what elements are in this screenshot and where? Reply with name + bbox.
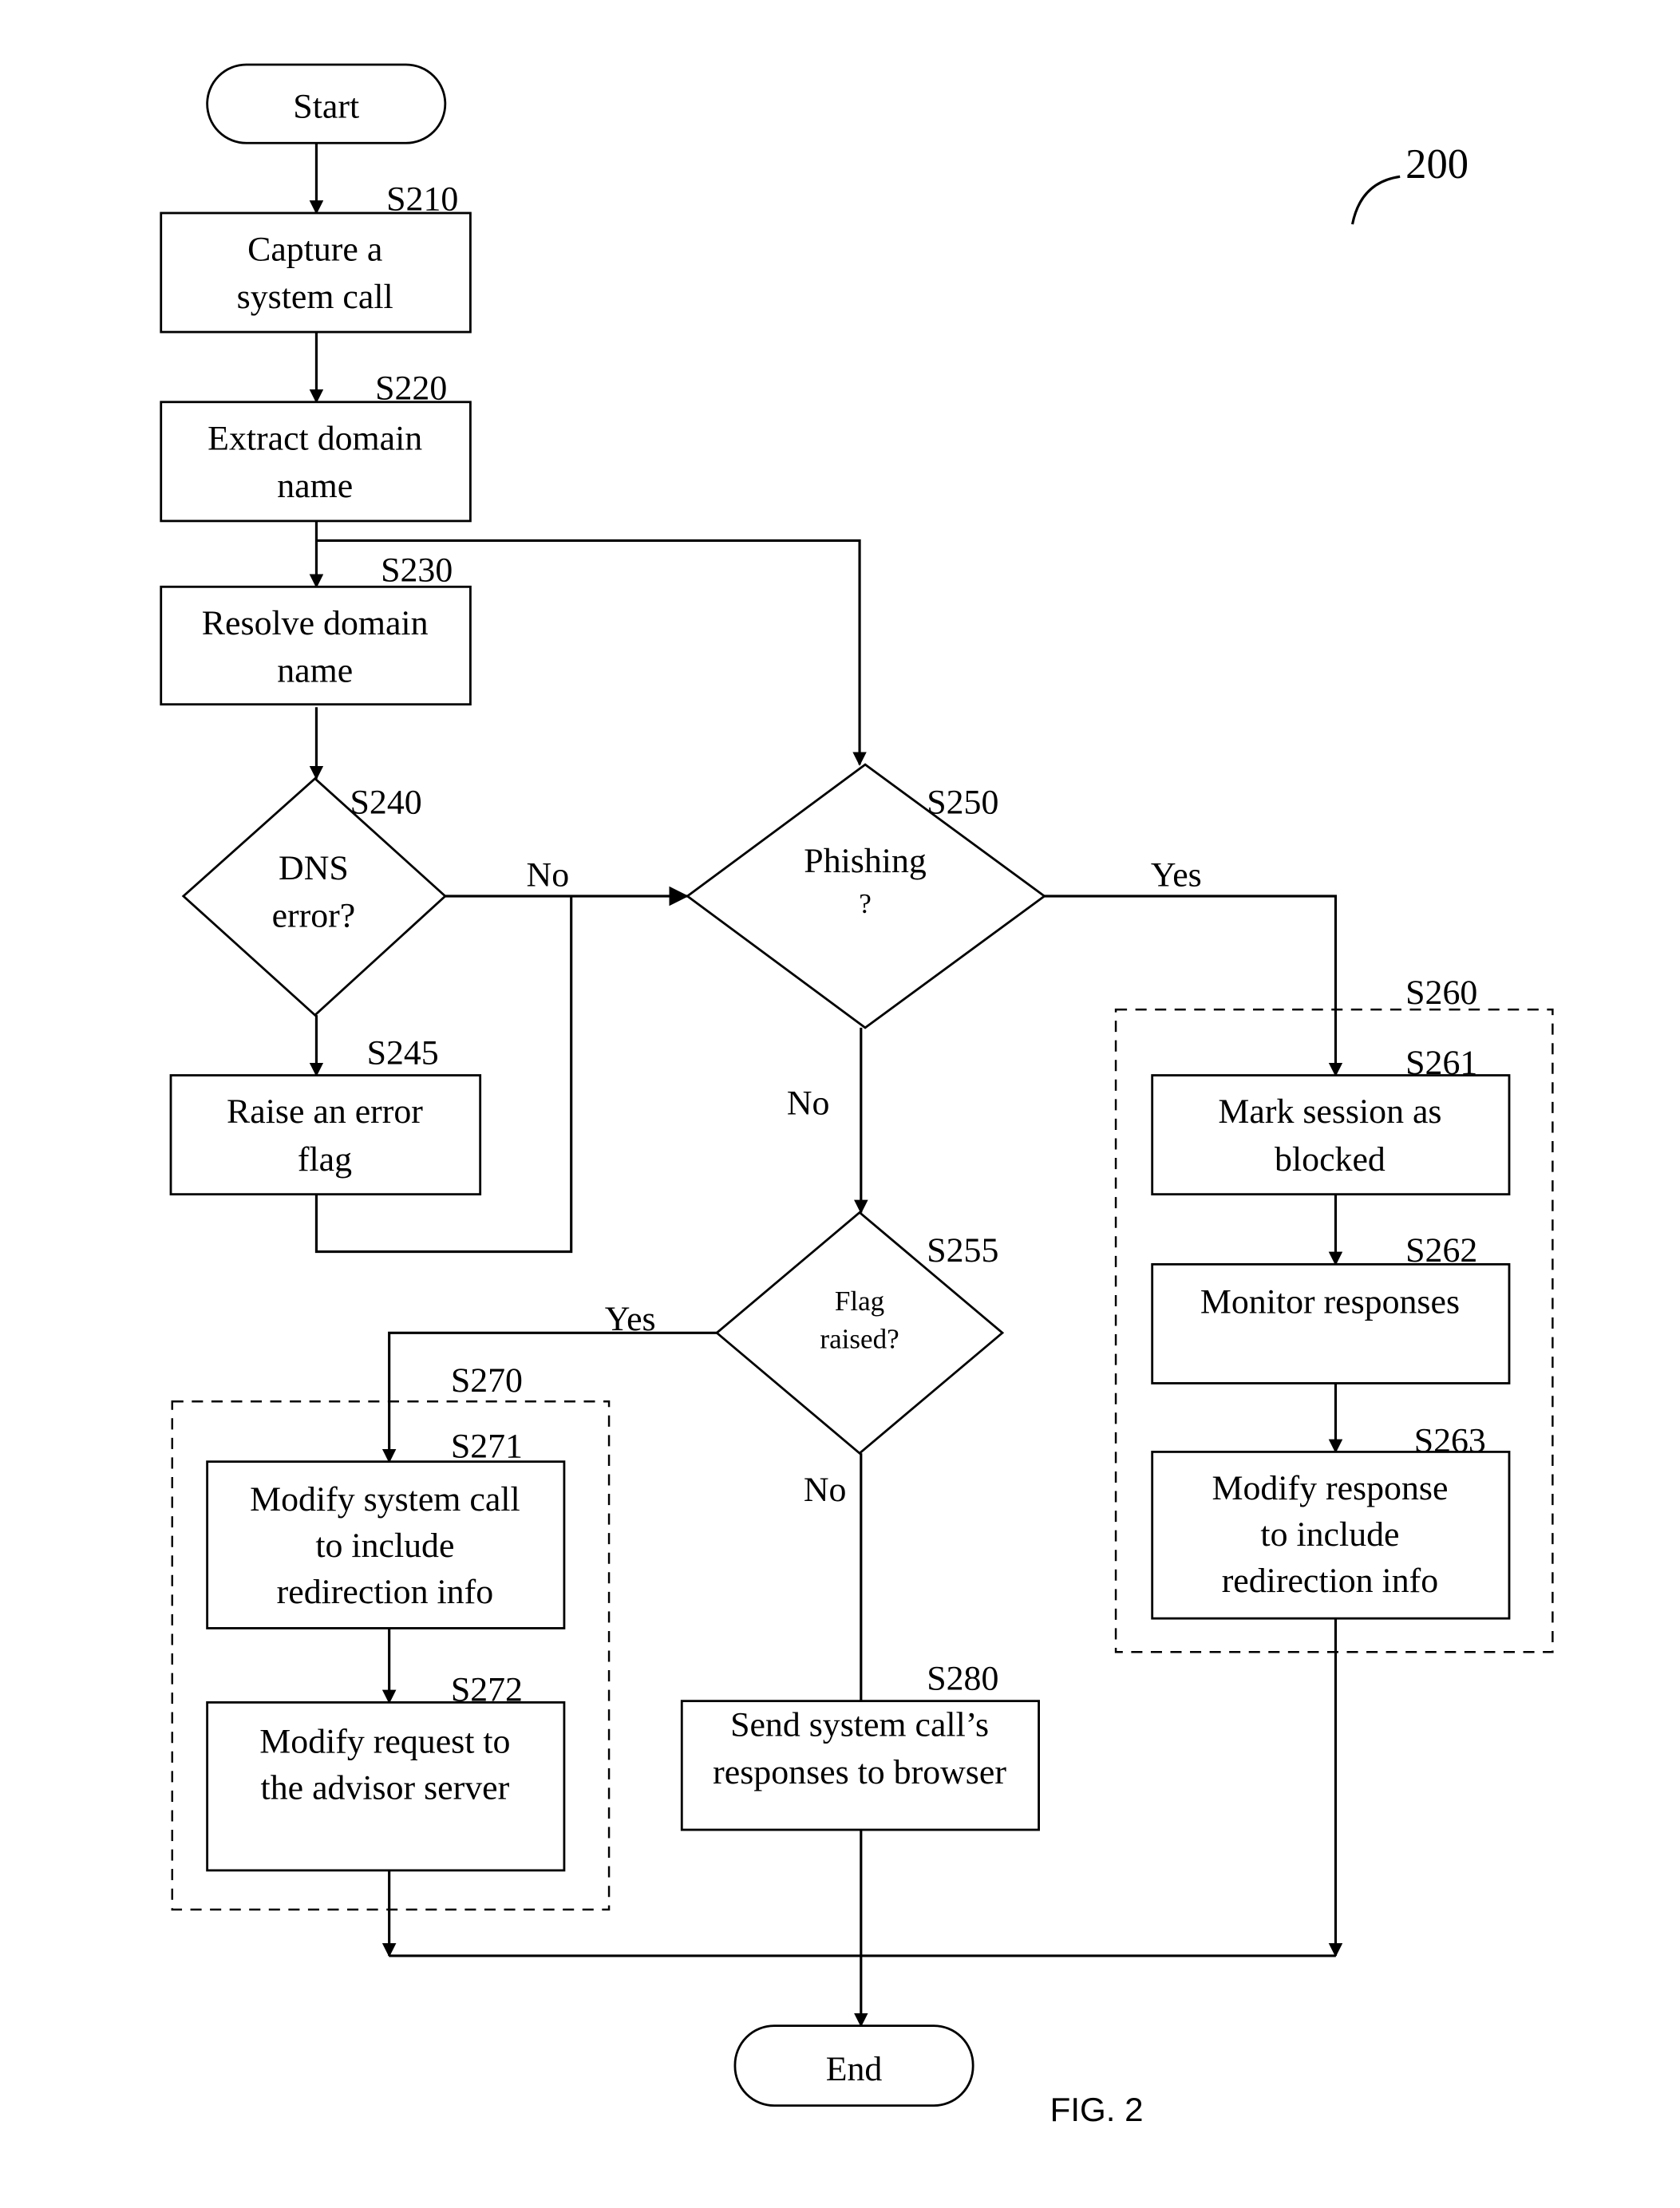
step-s280-line2: responses to browser <box>713 1753 1006 1791</box>
decision-s240-line2: error? <box>272 897 356 935</box>
step-s261-line1: Mark session as <box>1218 1092 1441 1131</box>
step-s262-line1: Monitor responses <box>1200 1283 1460 1321</box>
step-s210-line2: system call <box>237 278 393 316</box>
step-s245-line1: Raise an error <box>227 1092 423 1131</box>
step-s272-line1: Modify request to <box>259 1723 510 1761</box>
step-id-s245: S245 <box>367 1034 439 1072</box>
step-id-s250: S250 <box>927 784 998 822</box>
decision-s255-line1: Flag <box>835 1286 884 1317</box>
step-s261-line2: blocked <box>1275 1140 1386 1179</box>
edge-label-s240-no: No <box>527 856 570 895</box>
step-s262-box <box>1151 1262 1511 1384</box>
step-s280-line1: Send system call’s <box>730 1706 989 1744</box>
step-s263-line3: redirection info <box>1222 1562 1438 1600</box>
end-label: End <box>826 2050 883 2088</box>
step-id-s260: S260 <box>1405 974 1477 1012</box>
edge-label-s255-yes: Yes <box>605 1300 656 1338</box>
step-id-s230: S230 <box>381 551 453 589</box>
decision-s240-line1: DNS <box>279 849 349 887</box>
step-s210-line1: Capture a <box>247 231 382 269</box>
arrow-s255-yes-to-s271 <box>381 1331 717 1463</box>
step-id-s270: S270 <box>451 1361 523 1400</box>
figure-label: FIG. 2 <box>1050 2091 1144 2128</box>
step-id-s255: S255 <box>927 1231 998 1270</box>
edge-label-s255-no: No <box>804 1471 847 1509</box>
step-s263-line1: Modify response <box>1212 1469 1449 1507</box>
step-id-s240: S240 <box>350 784 422 822</box>
step-s220-line2: name <box>277 467 353 505</box>
edge-label-s250-no: No <box>787 1084 830 1123</box>
decision-s250-line2: ? <box>859 888 872 919</box>
step-s271-line3: redirection info <box>277 1573 493 1611</box>
start-label: Start <box>293 88 359 126</box>
step-s220-line1: Extract domain <box>208 419 422 457</box>
step-s271-line2: to include <box>315 1527 454 1565</box>
step-s245-line2: flag <box>298 1140 352 1179</box>
step-s272-line2: the advisor server <box>261 1768 510 1807</box>
step-id-s280: S280 <box>927 1660 998 1698</box>
step-s230-line2: name <box>277 652 353 690</box>
step-s271-line1: Modify system call <box>250 1480 520 1519</box>
step-id-s271: S271 <box>451 1427 523 1465</box>
reference-leader-line <box>1350 175 1401 225</box>
edge-label-s250-yes: Yes <box>1151 856 1202 895</box>
reference-numeral: 200 <box>1405 141 1469 188</box>
flowchart: 200 Start S210 Capture a system call S22… <box>160 63 1554 2128</box>
decision-s255-line2: raised? <box>820 1324 899 1355</box>
decision-s250-line1: Phishing <box>804 842 927 880</box>
arrow-s250-yes-to-s261 <box>1044 895 1343 1077</box>
step-s230-line1: Resolve domain <box>202 604 429 642</box>
step-s263-line2: to include <box>1260 1515 1399 1554</box>
